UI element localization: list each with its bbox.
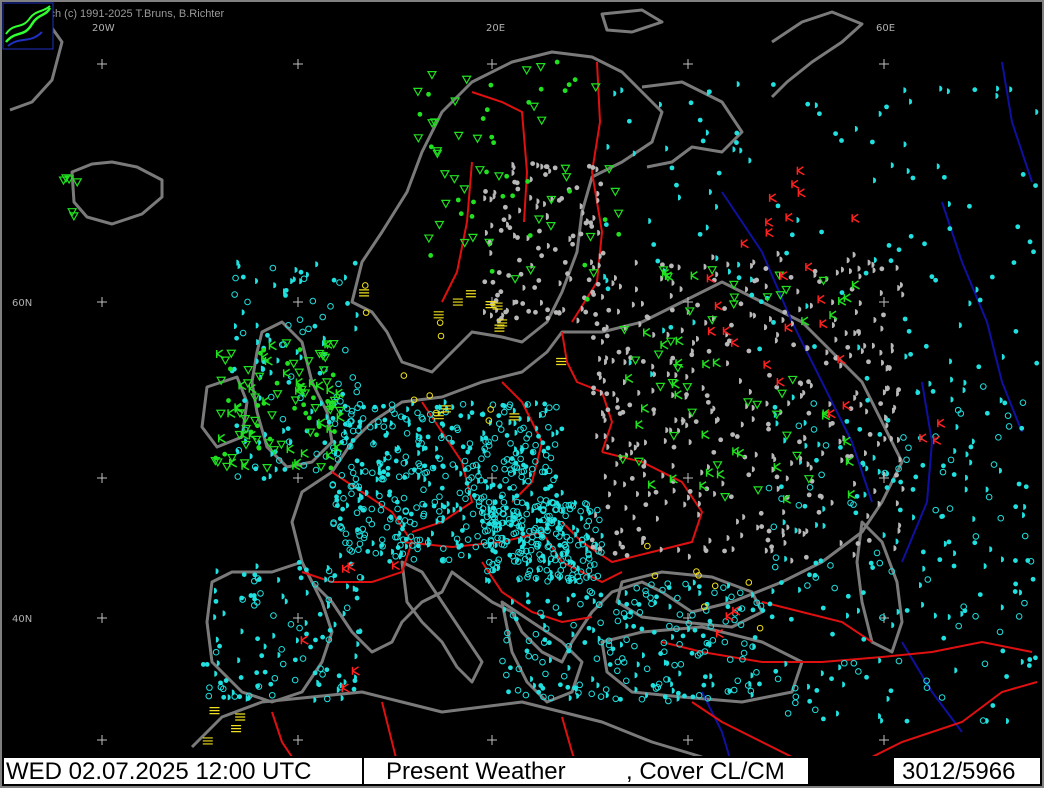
metwatch-logo-icon (2, 2, 54, 50)
river-ob (941, 201, 1023, 433)
lat-label-40n: 40N (12, 614, 33, 625)
border-ukraine (561, 451, 704, 564)
lon-label-60e: 60E (876, 23, 896, 34)
status-cover: , Cover CL/CM (622, 758, 808, 784)
river-tigris (901, 641, 963, 733)
iceland-coast (70, 160, 164, 226)
lat-label-60n: 60N (12, 298, 33, 309)
river-yenisei (1001, 61, 1033, 183)
border-norway-sweden-south (441, 161, 473, 303)
svalbard-coast (600, 8, 664, 34)
status-datetime: WED 02.07.2025 12:00 UTC (4, 758, 362, 784)
coastline-layer (9, 8, 904, 759)
border-sweden-norway (471, 91, 529, 223)
africa-coast (190, 690, 703, 759)
status-product: Present Weather (364, 758, 622, 784)
status-count: 3012/5966 (894, 758, 1040, 784)
lon-label-20w: 20W (92, 23, 115, 34)
italy-coast (400, 560, 484, 684)
anatolia-coast (600, 625, 804, 704)
weather-map[interactable]: MetWatch (c) 1991-2025 T.Bruns, B.Richte… (0, 0, 1044, 788)
border-turkey (661, 640, 1033, 663)
novaya-zemlya-coast (770, 10, 864, 99)
caspian-coast (855, 520, 904, 654)
map-canvas[interactable] (2, 2, 1042, 786)
border-caucasus (761, 601, 873, 643)
status-bar: WED 02.07.2025 12:00 UTC Present Weather… (4, 756, 1040, 786)
lon-label-20e: 20E (486, 23, 506, 34)
river-ural (901, 381, 934, 563)
